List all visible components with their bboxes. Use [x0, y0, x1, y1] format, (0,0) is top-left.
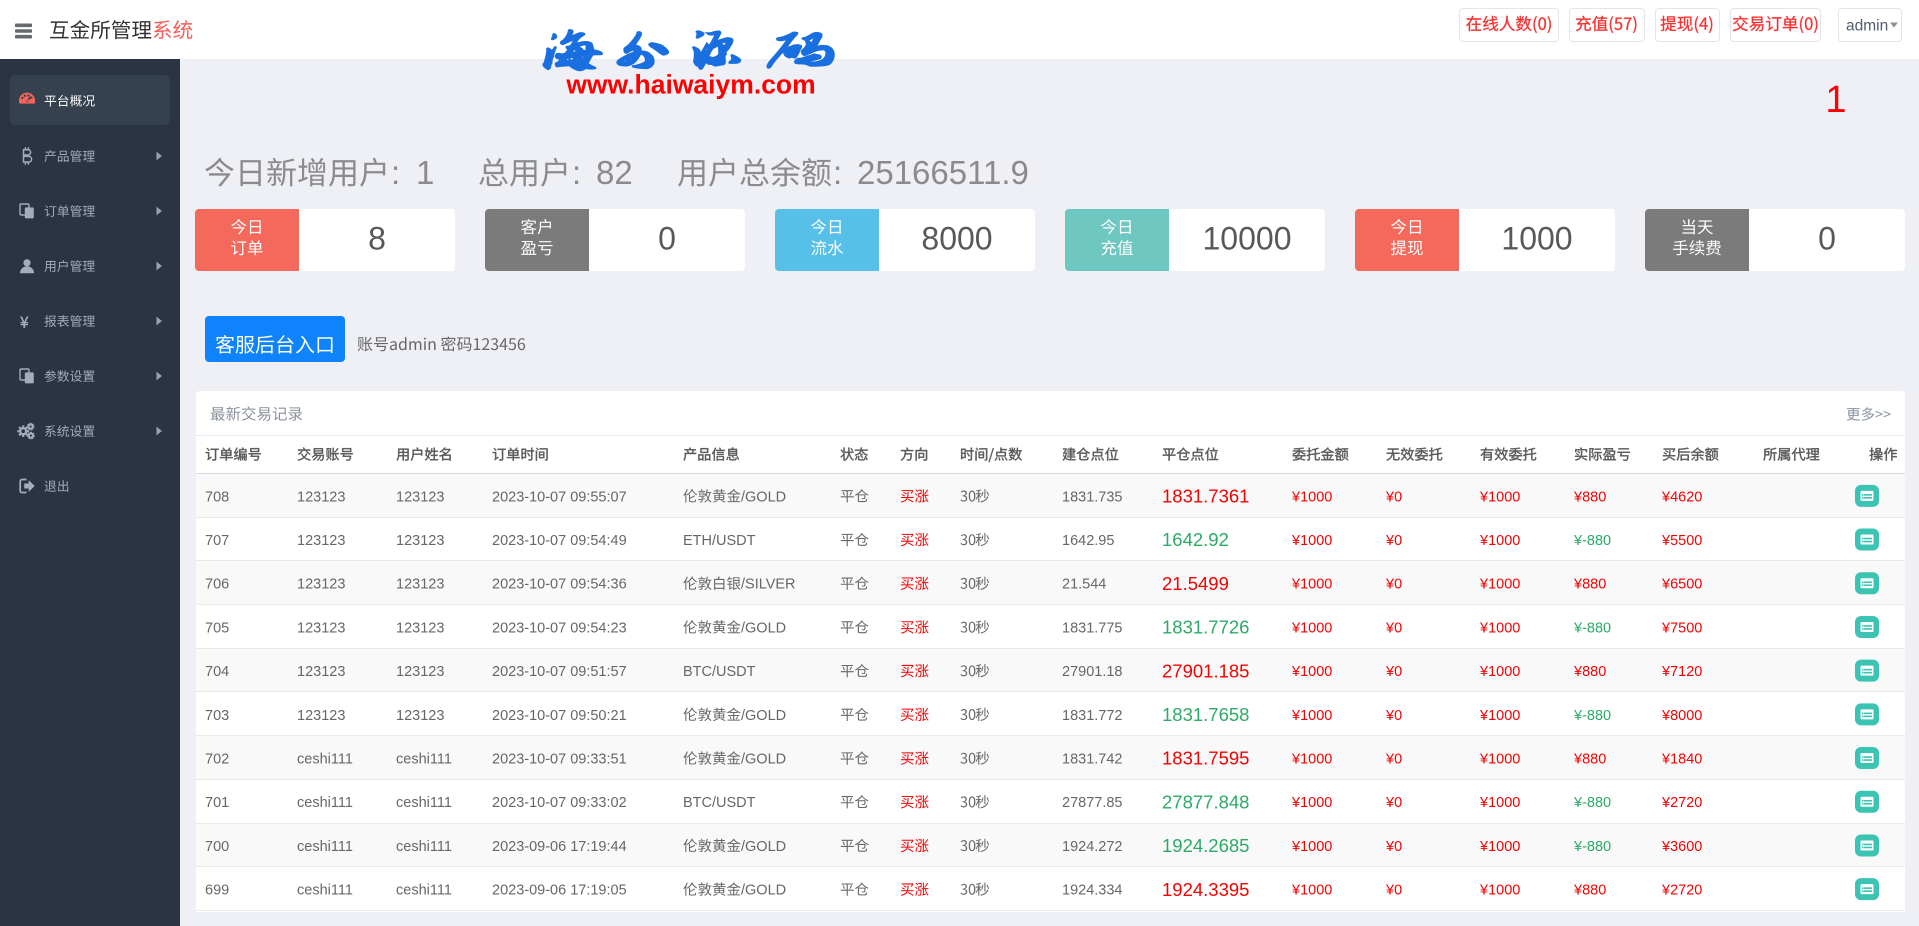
svg-text::: : [391, 154, 400, 191]
svg-text:www.haiwaiym.com: www.haiwaiym.com [565, 70, 815, 100]
svg-text:25166511.9: 25166511.9 [857, 154, 1029, 191]
svg-text::: : [572, 154, 581, 191]
svg-text:1: 1 [416, 154, 434, 191]
svg-text:1: 1 [1825, 79, 1846, 121]
svg-text::: : [833, 154, 842, 191]
svg-text:82: 82 [596, 154, 633, 191]
